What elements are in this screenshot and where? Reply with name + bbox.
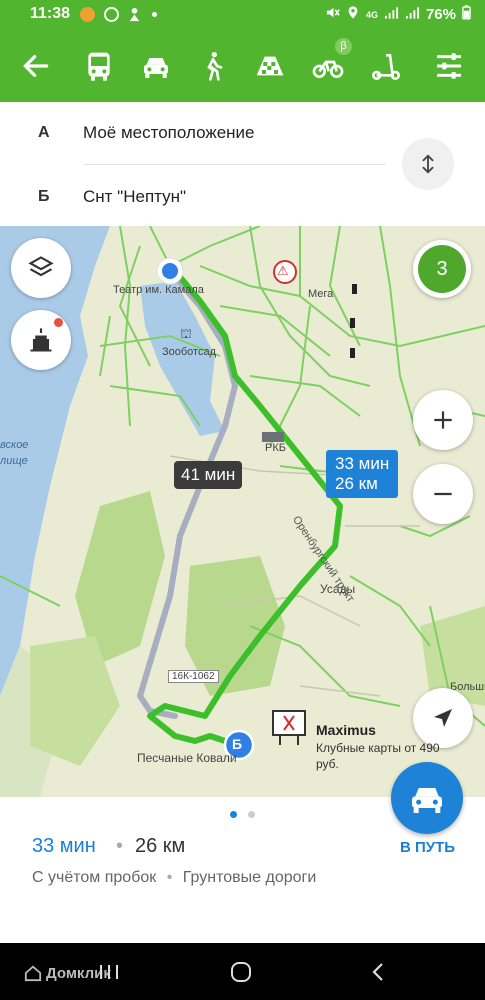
layers-icon (28, 256, 54, 277)
notification-dot (54, 318, 63, 327)
alternatives-count: 3 (418, 245, 466, 293)
info-separator: • (166, 869, 173, 886)
back-chevron-icon (372, 963, 383, 981)
ad-billboard-icon[interactable] (272, 710, 306, 746)
label-zoo: Зооботсад (162, 346, 217, 358)
signal-icon (384, 6, 399, 24)
mode-car-button[interactable] (134, 44, 178, 88)
to-field[interactable]: Снт "Нептун" (83, 187, 186, 207)
route-summary-card[interactable]: 33 мин • 26 км С учётом пробок • Грунтов… (0, 762, 485, 943)
zoom-in-button[interactable] (413, 390, 473, 450)
my-location-button[interactable] (413, 688, 473, 748)
summary-time: 33 мин (32, 835, 96, 857)
dest-marker-label: Б (232, 736, 243, 752)
scooter-icon (372, 54, 400, 80)
swap-vertical-icon (422, 154, 434, 174)
layers-button[interactable] (11, 238, 71, 298)
status-right: 4G 76% (325, 5, 471, 24)
main-route-label[interactable]: 33 мин 26 км (326, 450, 399, 498)
location-icon (346, 5, 360, 24)
places-button[interactable] (11, 310, 71, 370)
mode-scooter-button[interactable] (364, 44, 408, 88)
bike-icon (312, 60, 344, 78)
alternatives-count-button[interactable]: 3 (413, 240, 471, 298)
car-icon (144, 58, 168, 78)
mode-bus-button[interactable] (77, 44, 121, 88)
back-system-button[interactable] (368, 961, 388, 983)
label-mega: Мега (308, 288, 334, 300)
mode-walk-button[interactable] (191, 44, 235, 88)
from-letter: А (38, 124, 50, 141)
from-field[interactable]: Моё местоположение (83, 123, 255, 143)
status-bar: 11:38 4G 76% (0, 0, 485, 30)
map-view[interactable]: Театр им. Камала Зооботсад Мега РКБ Орен… (0, 226, 485, 797)
page-dot (248, 811, 255, 818)
app-badge-icon (104, 7, 119, 22)
person-icon (127, 7, 142, 22)
label-road-16k: 16К-1062 (168, 670, 219, 683)
battery-icon (462, 5, 471, 24)
main-route-time: 33 мин (335, 454, 390, 473)
sliders-icon (437, 53, 461, 79)
home-icon (231, 962, 251, 982)
network-type: 4G (365, 9, 378, 20)
status-time: 11:38 (30, 5, 71, 22)
signal2-icon (405, 6, 420, 24)
walk-icon (207, 52, 223, 81)
swap-route-button[interactable] (402, 138, 454, 190)
bus-icon (88, 52, 110, 81)
summary-distance: 26 км (135, 835, 186, 857)
route-settings-button[interactable] (427, 44, 471, 88)
label-usady: Усады (320, 582, 356, 596)
traffic-event-icon: ⚠ (277, 263, 289, 278)
label-peschanye: Песчаные Ковали (137, 751, 237, 765)
mode-taxi-button[interactable] (248, 44, 292, 88)
summary-separator: • (116, 835, 124, 857)
recents-button[interactable] (98, 963, 120, 981)
back-button[interactable] (14, 44, 58, 88)
landmark-icon (30, 328, 52, 352)
home-logo-icon (24, 965, 42, 982)
label-rkb: РКБ (265, 442, 286, 454)
page-dot-active (230, 811, 237, 818)
route-divider (83, 164, 386, 165)
traffic-note: С учётом пробок (32, 869, 157, 886)
notification-icon (80, 7, 95, 22)
mode-bike-button[interactable]: β (306, 38, 352, 88)
mute-icon (325, 5, 340, 24)
zoo-icon: ⛫ (180, 326, 192, 341)
go-label[interactable]: В ПУТЬ (400, 839, 455, 856)
recents-icon (100, 965, 118, 979)
to-letter: Б (38, 188, 50, 205)
navigation-arrow-icon (434, 709, 452, 727)
go-button[interactable] (391, 762, 463, 834)
plus-icon (434, 411, 452, 429)
dot-icon (152, 12, 157, 17)
battery-level: 76% (425, 6, 456, 23)
beta-badge: β (335, 38, 352, 55)
taxi-icon (256, 56, 284, 76)
ad-title[interactable]: Maximus (316, 722, 376, 738)
summary-info: С учётом пробок • Грунтовые дороги (32, 869, 316, 887)
system-nav-bar: Домклик (0, 943, 485, 1000)
alt-route-time[interactable]: 41 мин (174, 461, 243, 489)
label-left-1: вское (0, 439, 29, 451)
main-route-dist: 26 км (335, 474, 378, 493)
label-theater: Театр им. Камала (113, 284, 204, 296)
back-arrow-icon (23, 55, 49, 77)
car-icon (412, 788, 442, 813)
label-left-2: лище (0, 455, 28, 467)
home-button[interactable] (230, 961, 252, 983)
zoom-out-button[interactable] (413, 464, 473, 524)
map-canvas (0, 226, 485, 797)
minus-icon (434, 492, 452, 496)
road-note: Грунтовые дороги (182, 869, 317, 886)
transport-bar: β (0, 30, 485, 102)
